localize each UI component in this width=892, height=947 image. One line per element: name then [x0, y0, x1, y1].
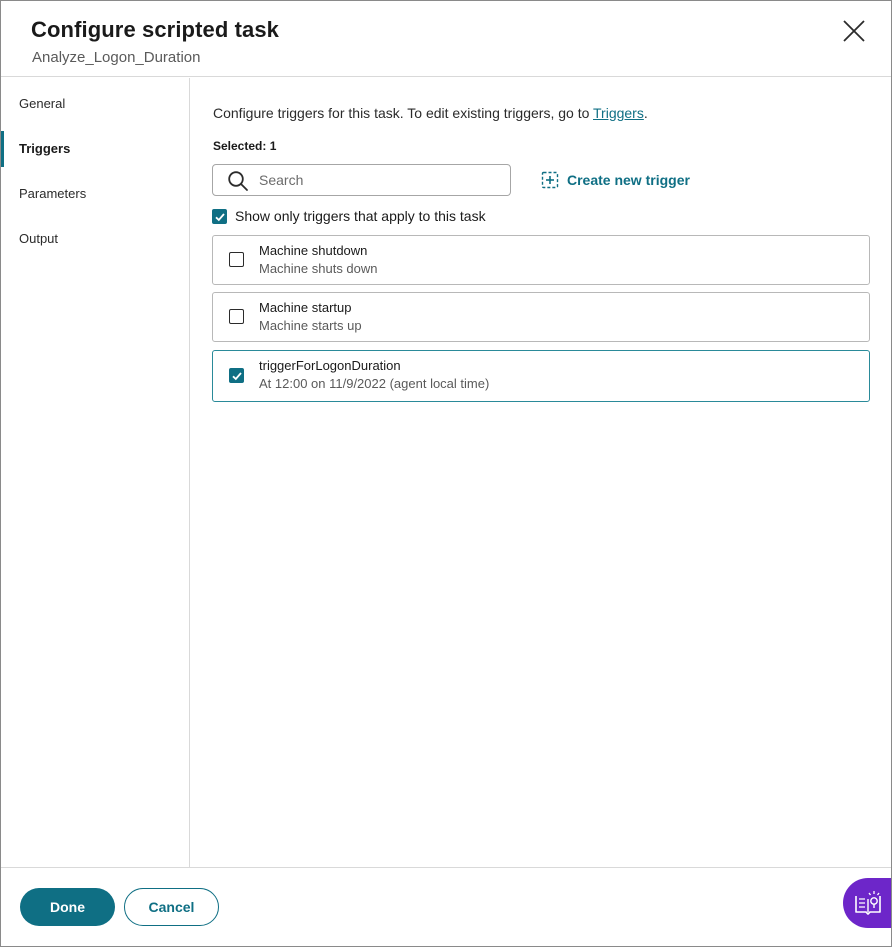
sidebar-item-parameters[interactable]: Parameters — [1, 176, 189, 212]
trigger-name: Machine shutdown — [259, 243, 368, 258]
dialog-subtitle: Analyze_Logon_Duration — [32, 49, 201, 66]
sidebar-item-output[interactable]: Output — [1, 221, 189, 257]
checkbox-checked-icon — [229, 368, 244, 383]
close-icon — [843, 20, 865, 42]
trigger-item-machine-shutdown[interactable]: Machine shutdown Machine shuts down — [212, 235, 870, 285]
trigger-description: Machine starts up — [259, 318, 362, 333]
trigger-item-machine-startup[interactable]: Machine startup Machine starts up — [212, 292, 870, 342]
help-book-icon — [855, 891, 881, 915]
intro-text-body: Configure triggers for this task. To edi… — [213, 105, 594, 121]
done-button[interactable]: Done — [20, 888, 115, 926]
checkbox-unchecked-icon — [229, 252, 244, 267]
cancel-button[interactable]: Cancel — [124, 888, 219, 926]
dialog-title: Configure scripted task — [31, 17, 280, 42]
selected-count: Selected: 1 — [213, 139, 277, 153]
trigger-item-logon-duration[interactable]: triggerForLogonDuration At 12:00 on 11/9… — [212, 350, 870, 402]
help-button[interactable] — [843, 878, 891, 928]
intro-text: Configure triggers for this task. To edi… — [213, 105, 648, 121]
create-new-trigger-label: Create new trigger — [567, 172, 690, 188]
create-new-trigger-button[interactable]: Create new trigger — [541, 169, 690, 191]
intro-text-end: . — [643, 105, 648, 121]
trigger-description: Machine shuts down — [259, 261, 378, 276]
triggers-panel: Configure triggers for this task. To edi… — [191, 78, 891, 867]
search-input[interactable] — [259, 165, 504, 195]
sidebar-item-triggers[interactable]: Triggers — [1, 131, 189, 167]
trigger-name: triggerForLogonDuration — [259, 358, 401, 373]
configure-task-dialog: Configure scripted task Analyze_Logon_Du… — [0, 0, 892, 947]
checkbox-unchecked-icon — [229, 309, 244, 324]
sidebar-nav: General Triggers Parameters Output — [1, 78, 190, 867]
filter-applicable-checkbox[interactable]: Show only triggers that apply to this ta… — [212, 207, 486, 225]
sidebar-item-general[interactable]: General — [1, 86, 189, 122]
dialog-header: Configure scripted task Analyze_Logon_Du… — [1, 1, 891, 77]
close-button[interactable] — [839, 16, 869, 46]
triggers-link[interactable]: Triggers — [593, 105, 644, 121]
filter-label: Show only triggers that apply to this ta… — [235, 208, 486, 224]
dialog-footer: Done Cancel — [1, 867, 891, 946]
trigger-name: Machine startup — [259, 300, 352, 315]
checkbox-checked-icon — [212, 208, 227, 224]
search-icon — [228, 171, 248, 191]
trigger-description: At 12:00 on 11/9/2022 (agent local time) — [259, 376, 490, 391]
add-box-icon — [541, 171, 559, 189]
search-box — [212, 164, 511, 196]
